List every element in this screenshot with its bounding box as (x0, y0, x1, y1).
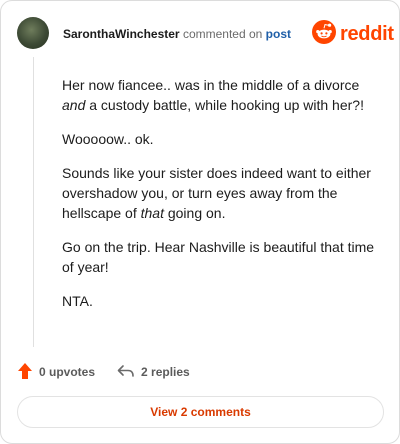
replies-button[interactable]: 2 replies (117, 363, 190, 382)
view-comments-button[interactable]: View 2 comments (17, 396, 384, 428)
comment-paragraph: Her now fiancee.. was in the middle of a… (62, 77, 364, 113)
upvote-count: 0 upvotes (39, 365, 96, 379)
comment-embed-card: SaronthaWinchester commented on post red… (0, 0, 400, 444)
reddit-wordmark: reddit (340, 23, 394, 45)
comment-paragraph: Wooooow.. ok. (62, 131, 154, 147)
comment-header: SaronthaWinchester commented on post (63, 26, 291, 42)
replies-count: 2 replies (141, 365, 190, 379)
comment-body: Her now fiancee.. was in the middle of a… (62, 75, 386, 325)
comment-paragraph: Go on the trip. Hear Nashville is beauti… (62, 239, 375, 275)
username-link[interactable]: SaronthaWinchester (63, 27, 180, 41)
upvote-arrow-icon (17, 362, 39, 383)
thread-line (33, 57, 34, 347)
commented-on-text: commented on (182, 27, 263, 41)
comment-paragraph: Sounds like your sister does indeed want… (62, 165, 371, 221)
avatar[interactable] (17, 17, 49, 49)
comment-paragraph: NTA. (62, 293, 93, 309)
reply-arrow-icon (117, 363, 141, 382)
reddit-snoo-icon (312, 19, 336, 49)
reddit-logo[interactable]: reddit (312, 19, 394, 49)
comment-actions: 0 upvotes 2 replies (17, 361, 190, 383)
upvote-button[interactable]: 0 upvotes (17, 362, 95, 383)
post-link[interactable]: post (266, 27, 291, 41)
